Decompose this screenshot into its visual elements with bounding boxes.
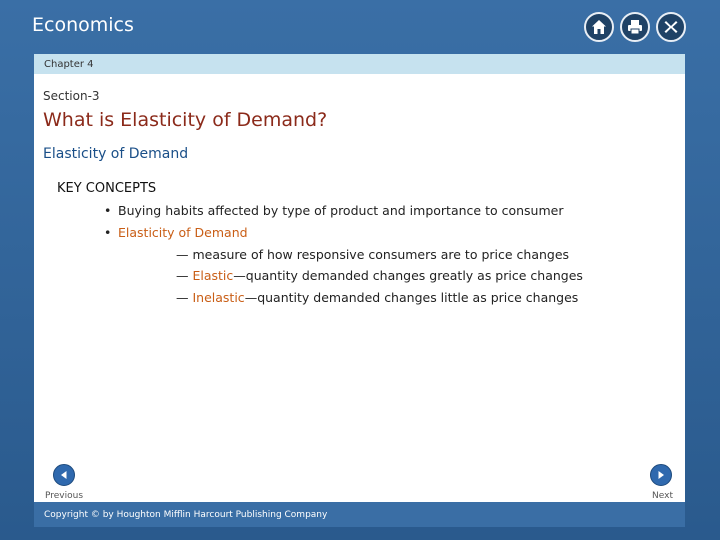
top-toolbar bbox=[584, 12, 686, 42]
inelastic-description: —quantity demanded changes little as pri… bbox=[244, 290, 579, 305]
key-concepts-heading: KEY CONCEPTS bbox=[57, 181, 157, 196]
home-icon bbox=[592, 20, 606, 34]
bullet-elasticity: • Elasticity of Demand bbox=[104, 225, 248, 240]
next-button[interactable] bbox=[650, 464, 672, 486]
bullet-buying-habits: • Buying habits affected by type of produ… bbox=[104, 203, 563, 218]
close-button[interactable] bbox=[656, 12, 686, 42]
definition-line: — measure of how responsive consumers ar… bbox=[176, 247, 570, 262]
bullet-marker: • bbox=[104, 225, 112, 240]
bullet-text: Buying habits affected by type of produc… bbox=[118, 203, 564, 218]
dash: — bbox=[176, 290, 193, 305]
elastic-description: —quantity demanded changes greatly as pr… bbox=[233, 268, 583, 283]
inelastic-term: Inelastic bbox=[192, 290, 245, 305]
bullet-text: Elasticity of Demand bbox=[118, 225, 248, 240]
content-panel: Section-3 What is Elasticity of Demand? … bbox=[34, 74, 685, 502]
bullet-marker: • bbox=[104, 203, 112, 218]
page-title: What is Elasticity of Demand? bbox=[43, 109, 328, 131]
footer-bar: Copyright © by Houghton Mifflin Harcourt… bbox=[34, 502, 685, 527]
elastic-line: — Elastic—quantity demanded changes grea… bbox=[176, 268, 583, 283]
elastic-term: Elastic bbox=[192, 268, 234, 283]
print-button[interactable] bbox=[620, 12, 650, 42]
home-button[interactable] bbox=[584, 12, 614, 42]
slide-frame: Economics Chapter 4 Section-3 What is El… bbox=[0, 0, 720, 540]
inelastic-line: — Inelastic—quantity demanded changes li… bbox=[176, 290, 578, 305]
next-label[interactable]: Next bbox=[652, 491, 673, 501]
arrow-left-icon bbox=[61, 471, 67, 479]
previous-label[interactable]: Previous bbox=[45, 491, 83, 501]
previous-button[interactable] bbox=[53, 464, 75, 486]
section-label: Section-3 bbox=[43, 89, 100, 103]
arrow-right-icon bbox=[658, 471, 664, 479]
app-title: Economics bbox=[32, 14, 134, 36]
chapter-bar: Chapter 4 bbox=[34, 54, 685, 74]
subtitle: Elasticity of Demand bbox=[43, 146, 189, 162]
close-icon bbox=[664, 21, 678, 33]
print-icon bbox=[628, 20, 642, 35]
dash: — bbox=[176, 268, 193, 283]
